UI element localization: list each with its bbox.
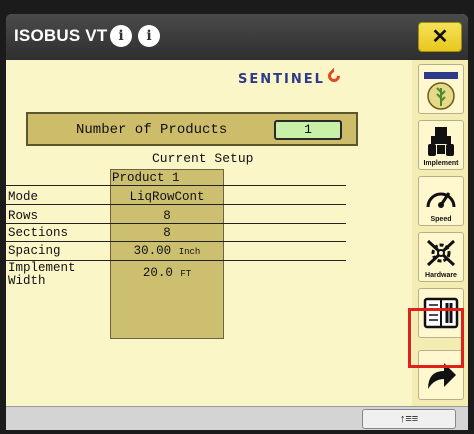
speed-softkey-label: Speed xyxy=(430,216,452,223)
hardware-softkey[interactable]: Hardware xyxy=(418,232,464,282)
implement-softkey[interactable]: Implement xyxy=(418,120,464,170)
spacing-unit: Inch xyxy=(178,247,201,257)
number-of-products-box: Number of Products 1 xyxy=(26,112,358,146)
implement-softkey-label: Implement xyxy=(423,160,459,167)
sentinel-softkey[interactable] xyxy=(418,64,464,114)
bottom-menu-button[interactable]: ↑≡≡ xyxy=(362,409,456,429)
row-divider xyxy=(6,223,346,224)
row-label-sections: Sections xyxy=(8,226,69,240)
current-setup-heading: Current Setup xyxy=(152,151,254,166)
row-value-sections: 8 xyxy=(163,226,171,240)
sentinel-logo-mark xyxy=(325,67,343,85)
speed-icon xyxy=(426,192,456,208)
info-icon[interactable]: i xyxy=(110,25,132,47)
hardware-softkey-label: Hardware xyxy=(425,272,457,279)
implement-icon xyxy=(428,127,454,156)
implement-width-unit: FT xyxy=(180,269,192,279)
spacing-value: 30.00 xyxy=(133,244,172,258)
row-label-rows: Rows xyxy=(8,209,39,223)
row-divider xyxy=(6,185,346,186)
window-title: ISOBUS VT xyxy=(14,26,108,45)
row-value-spacing: 30.00 Inch xyxy=(110,244,224,258)
selected-softkey-highlight xyxy=(408,308,464,368)
row-value-rows: 8 xyxy=(163,209,171,223)
implement-width-value: 20.0 xyxy=(142,266,173,280)
row-label-mode: Mode xyxy=(8,190,39,204)
title-bar: ISOBUS VT i i ✕ xyxy=(6,14,468,60)
row-divider xyxy=(6,241,346,242)
number-of-products-label: Number of Products xyxy=(76,122,228,138)
close-button[interactable]: ✕ xyxy=(418,22,462,52)
hardware-icon xyxy=(426,239,456,267)
sentinel-logo: SENTINEL xyxy=(238,72,325,87)
sentinel-crop-icon xyxy=(424,72,458,110)
row-value-mode: LiqRowCont xyxy=(129,190,205,204)
help-info-icon[interactable]: i xyxy=(138,25,160,47)
row-label-implement-width: Implement Width xyxy=(8,261,76,288)
number-of-products-input[interactable]: 1 xyxy=(274,120,342,140)
speed-softkey[interactable]: Speed xyxy=(418,176,464,226)
product-1-header: Product 1 xyxy=(112,171,180,185)
row-label-spacing: Spacing xyxy=(8,244,61,258)
bottom-bar: ↑≡≡ xyxy=(6,406,468,430)
main-panel: SENTINEL Number of Products 1 Current Se… xyxy=(6,60,412,406)
row-value-implement-width: 20.0 FT xyxy=(110,266,224,280)
vt-window: ISOBUS VT i i ✕ SENTINEL Number of Produ… xyxy=(6,14,468,430)
row-divider xyxy=(6,204,346,205)
